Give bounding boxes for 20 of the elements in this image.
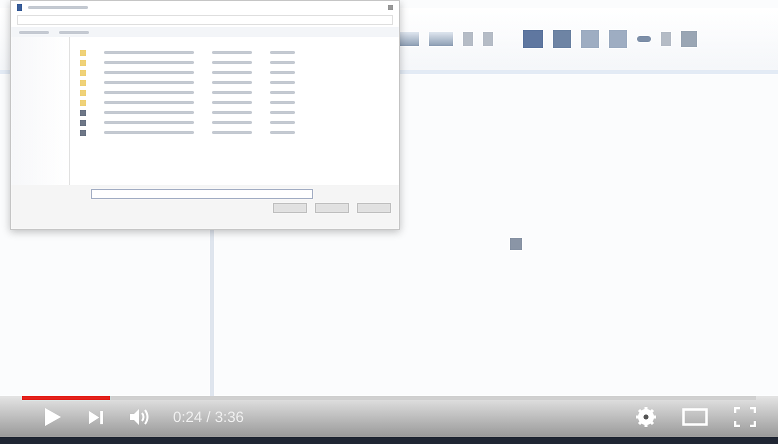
file-row[interactable] bbox=[80, 129, 295, 136]
cancel-button[interactable] bbox=[357, 203, 391, 213]
fullscreen-icon[interactable] bbox=[734, 407, 756, 427]
title-placeholder bbox=[28, 6, 88, 8]
time-display: 0:24 / 3:36 bbox=[173, 408, 244, 426]
settings-icon[interactable] bbox=[636, 407, 656, 427]
filename-field[interactable] bbox=[91, 189, 313, 199]
app-icon bbox=[17, 4, 22, 10]
file-row[interactable] bbox=[80, 109, 295, 116]
play-icon[interactable] bbox=[42, 407, 62, 427]
open-button[interactable] bbox=[315, 203, 349, 213]
volume-icon[interactable] bbox=[129, 407, 151, 427]
theater-mode-icon[interactable] bbox=[682, 408, 708, 426]
file-row[interactable] bbox=[80, 119, 295, 126]
address-bar[interactable] bbox=[17, 15, 393, 25]
toolbar-placeholder[interactable] bbox=[19, 30, 49, 34]
toolbar-placeholder[interactable] bbox=[59, 30, 89, 34]
filetype-dropdown[interactable] bbox=[273, 203, 307, 213]
progress-track[interactable] bbox=[22, 396, 756, 400]
next-icon[interactable] bbox=[88, 410, 103, 424]
